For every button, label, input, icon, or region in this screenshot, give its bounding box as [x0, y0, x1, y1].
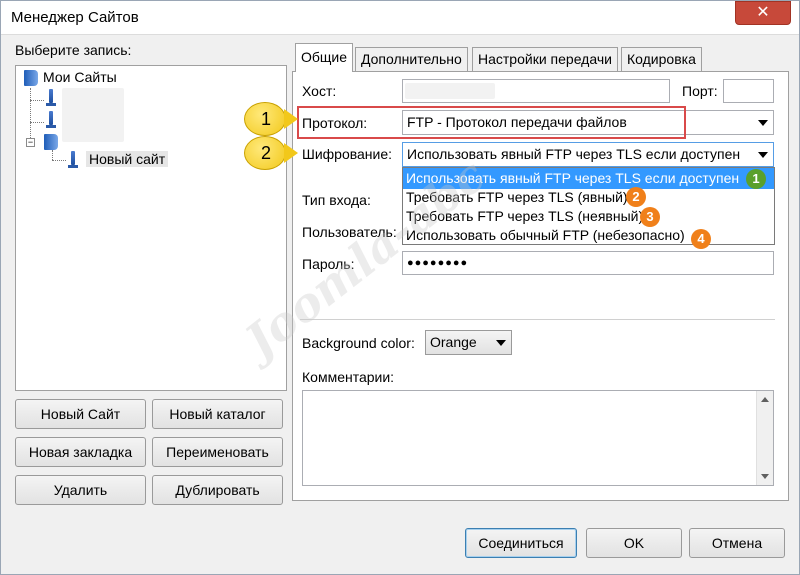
title-bar[interactable]: Менеджер Сайтов ✕ [1, 1, 799, 35]
new-folder-button[interactable]: Новый каталог [152, 399, 283, 429]
encryption-select[interactable]: Использовать явный FTP через TLS если до… [402, 142, 774, 167]
option-number-badge: 1 [746, 169, 766, 189]
server-icon [46, 111, 56, 129]
new-bookmark-button[interactable]: Новая закладка [15, 437, 146, 467]
cancel-button[interactable]: Отмена [689, 528, 785, 558]
window-title: Менеджер Сайтов [11, 9, 139, 26]
tab-general[interactable]: Общие [295, 43, 354, 72]
chevron-down-icon [758, 120, 768, 126]
comments-textarea[interactable] [302, 390, 774, 486]
tab-charset[interactable]: Кодировка [621, 47, 702, 71]
server-icon [68, 151, 78, 169]
folder-icon [44, 134, 58, 150]
tree-connector [30, 100, 44, 101]
user-label: Пользователь: [302, 224, 397, 240]
tree-connector [30, 122, 44, 123]
background-color-value: Orange [430, 334, 477, 350]
password-input[interactable]: ●●●●●●●● [402, 251, 774, 275]
site-manager-window: Менеджер Сайтов ✕ Выберите запись: Мои С… [0, 0, 800, 575]
encryption-options-list[interactable]: Использовать явный FTP через TLS если до… [402, 167, 775, 245]
tree-connector [52, 150, 53, 160]
port-input[interactable] [723, 79, 774, 103]
collapse-icon[interactable]: − [26, 138, 35, 147]
select-entry-label: Выберите запись: [15, 42, 132, 58]
background-color-select[interactable]: Orange [425, 330, 512, 355]
callout-pointer [284, 143, 298, 163]
login-type-label: Тип входа: [302, 192, 371, 208]
rename-button[interactable]: Переименовать [152, 437, 283, 467]
host-label: Хост: [302, 83, 337, 99]
encryption-option[interactable]: Требовать FTP через TLS (неявный) [403, 206, 774, 227]
scroll-down-icon[interactable] [761, 474, 769, 479]
protocol-highlight-frame [297, 106, 686, 139]
password-label: Пароль: [302, 256, 355, 272]
delete-button[interactable]: Удалить [15, 475, 146, 505]
tree-root-label[interactable]: Мои Сайты [43, 69, 117, 85]
close-button[interactable]: ✕ [735, 1, 791, 25]
port-label: Порт: [682, 83, 718, 99]
hidden-host [405, 83, 495, 99]
encryption-value: Использовать явный FTP через TLS если до… [407, 146, 741, 162]
tab-transfer-settings[interactable]: Настройки передачи [472, 47, 618, 71]
encryption-option[interactable]: Использовать явный FTP через TLS если до… [403, 168, 774, 189]
tab-advanced[interactable]: Дополнительно [355, 47, 468, 71]
hidden-site-names[interactable] [62, 88, 124, 142]
server-icon [46, 89, 56, 107]
encryption-label: Шифрование: [302, 146, 393, 162]
option-number-badge: 3 [640, 207, 660, 227]
scroll-up-icon[interactable] [761, 397, 769, 402]
password-value: ●●●●●●●● [407, 257, 469, 269]
close-icon: ✕ [756, 4, 770, 21]
separator [300, 319, 775, 320]
background-color-label: Background color: [302, 335, 415, 351]
callout-marker: 1 [244, 102, 286, 136]
comments-label: Комментарии: [302, 369, 395, 385]
callout-marker: 2 [244, 136, 286, 170]
chevron-down-icon [758, 152, 768, 158]
duplicate-button[interactable]: Дублировать [152, 475, 283, 505]
folder-icon [24, 70, 38, 86]
option-number-badge: 4 [691, 229, 711, 249]
comments-scrollbar[interactable] [756, 391, 773, 485]
callout-pointer [284, 109, 298, 129]
host-input[interactable] [402, 79, 670, 103]
tree-connector [52, 160, 66, 161]
connect-button[interactable]: Соединиться [465, 528, 577, 558]
chevron-down-icon [496, 340, 506, 346]
encryption-option[interactable]: Использовать обычный FTP (небезопасно) [403, 225, 774, 246]
tree-new-site[interactable]: Новый сайт [86, 151, 169, 167]
encryption-option[interactable]: Требовать FTP через TLS (явный) [403, 187, 774, 208]
new-site-button[interactable]: Новый Сайт [15, 399, 146, 429]
option-number-badge: 2 [626, 187, 646, 207]
ok-button[interactable]: OK [586, 528, 682, 558]
